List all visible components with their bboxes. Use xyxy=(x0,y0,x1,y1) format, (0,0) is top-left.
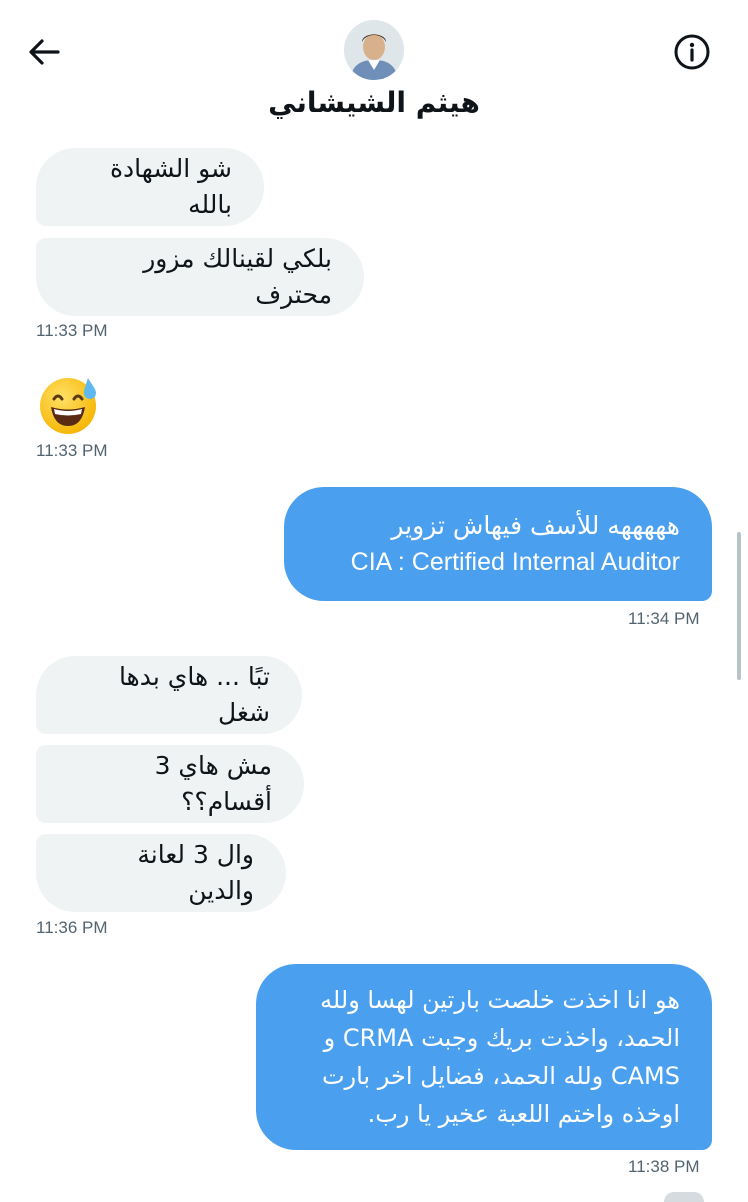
message-text: تبًا ... هاي بدها شغل xyxy=(118,662,270,727)
message-text: وال 3 لعانة والدين xyxy=(137,840,254,905)
message-bubble-incoming[interactable]: وال 3 لعانة والدين xyxy=(36,834,286,912)
avatar[interactable] xyxy=(344,20,404,80)
message-bubble-incoming[interactable]: مش هاي 3 أقسام؟؟ xyxy=(36,745,304,823)
page-title: هيثم الشيشاني xyxy=(268,86,480,119)
message-bubble-incoming[interactable]: بلكي لقينالك مزور محترف xyxy=(36,238,364,316)
message-text-line: اوخذه واختم اللعبة عخير يا رب. xyxy=(367,1100,680,1128)
message-text: شو الشهادة بالله xyxy=(109,154,232,219)
bottom-edge-indicator xyxy=(664,1192,704,1202)
message-bubble-outgoing[interactable]: هههههه للأسف فيهاش تزوير CIA : Certified… xyxy=(284,487,712,601)
message-bubble-outgoing[interactable]: هو انا اخذت خلصت بارتين لهسا ولله الحمد،… xyxy=(256,964,712,1150)
message-text: بلكي لقينالك مزور محترف xyxy=(143,244,332,309)
info-icon xyxy=(674,34,710,70)
grinning-face-with-sweat-icon xyxy=(40,378,96,434)
message-text-line: CAMS ولله الحمد، فضايل اخر بارت xyxy=(321,1062,680,1090)
message-bubble-incoming[interactable]: شو الشهادة بالله xyxy=(36,148,264,226)
message-timestamp: 11:38 PM xyxy=(628,1157,700,1176)
message-text-line: الحمد، واخذت بريك وجبت CRMA و xyxy=(323,1024,680,1052)
message-timestamp: 11:33 PM xyxy=(36,321,108,340)
arrow-left-icon xyxy=(29,39,60,65)
message-text-line: هههههه للأسف فيهاش تزوير xyxy=(391,511,680,540)
message-text-line: CIA : Certified Internal Auditor xyxy=(350,548,680,576)
back-button[interactable] xyxy=(22,30,66,74)
conversation-header: هيثم الشيشاني xyxy=(0,0,748,140)
conversation-info-button[interactable] xyxy=(670,30,714,74)
message-bubble-incoming[interactable]: تبًا ... هاي بدها شغل xyxy=(36,656,302,734)
message-timestamp: 11:36 PM xyxy=(36,918,108,937)
message-timestamp: 11:33 PM xyxy=(36,441,108,460)
profile-photo xyxy=(344,20,404,80)
message-text-line: هو انا اخذت خلصت بارتين لهسا ولله xyxy=(320,986,680,1014)
message-text: مش هاي 3 أقسام؟؟ xyxy=(154,751,272,816)
scrollbar[interactable] xyxy=(737,532,741,680)
message-timestamp: 11:34 PM xyxy=(628,609,700,628)
